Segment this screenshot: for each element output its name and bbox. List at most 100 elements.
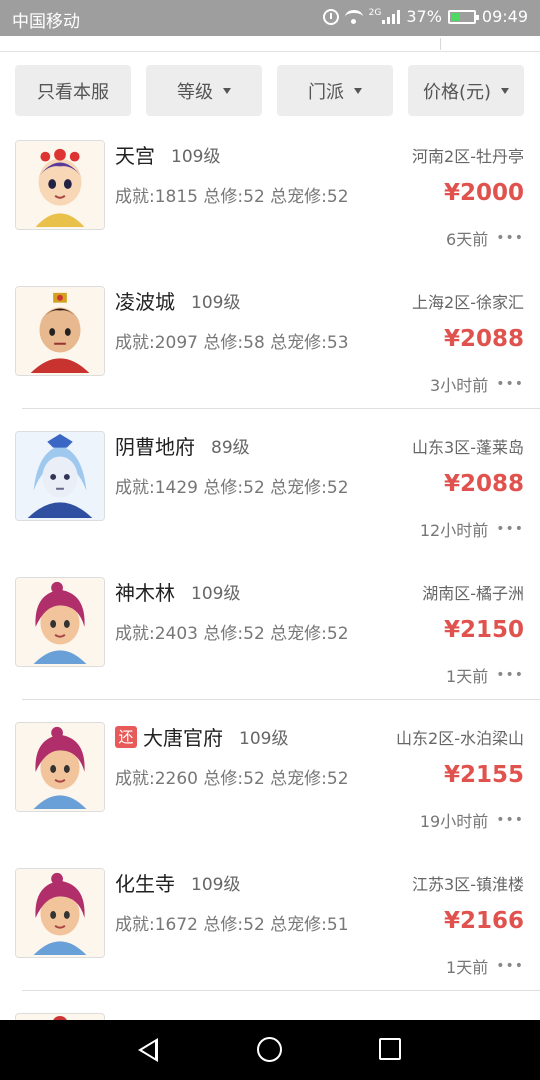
time-label: 6天前 bbox=[446, 230, 489, 249]
filter-price-button[interactable]: 价格(元) bbox=[408, 65, 524, 116]
school-name: 阴曹地府 bbox=[115, 435, 195, 459]
more-icon[interactable]: ••• bbox=[496, 812, 524, 828]
system-nav-bar bbox=[0, 1020, 540, 1080]
status-bar: 中国移动 2G 37% 09:49 bbox=[0, 0, 540, 36]
list-item[interactable]: 还 大唐官府 109级 山东2区-水泊梁山 成就:2260 总修:52 总宠修:… bbox=[0, 712, 540, 857]
price-label: ¥2088 bbox=[443, 471, 524, 497]
time-row: 6天前 ••• bbox=[446, 226, 524, 250]
school-name: 大唐官府 bbox=[143, 726, 223, 750]
school-name: 凌波城 bbox=[115, 290, 175, 314]
server-label: 上海2区-徐家汇 bbox=[412, 293, 524, 312]
wifi-icon bbox=[344, 9, 363, 24]
filter-label: 价格(元) bbox=[422, 81, 492, 103]
character-avatar bbox=[15, 577, 105, 667]
school-name: 天宫 bbox=[115, 144, 155, 168]
server-label: 河南2区-牡丹亭 bbox=[412, 147, 524, 166]
character-avatar bbox=[15, 722, 105, 812]
character-avatar bbox=[15, 1013, 105, 1020]
recent-apps-icon[interactable] bbox=[379, 1038, 401, 1060]
list-item[interactable]: 神木林 109级 湖南区-橘子洲 成就:2403 总修:52 总宠修:52 ¥2… bbox=[0, 567, 540, 712]
status-icons: 2G 37% 09:49 bbox=[322, 7, 528, 26]
name-row: 凌波城 109级 bbox=[115, 286, 240, 315]
caret-down-icon bbox=[354, 87, 362, 94]
scroll-marker bbox=[440, 38, 441, 50]
server-label: 山东3区-蓬莱岛 bbox=[412, 438, 524, 457]
return-badge: 还 bbox=[115, 725, 137, 748]
name-row: 神木林 109级 bbox=[115, 577, 240, 606]
divider bbox=[22, 990, 540, 991]
stats-label: 成就:1672 总修:52 总宠修:51 bbox=[115, 915, 349, 935]
level-label: 89级 bbox=[211, 438, 250, 458]
time-label: 1天前 bbox=[446, 667, 489, 686]
more-icon[interactable]: ••• bbox=[496, 958, 524, 974]
list-item[interactable]: 天宫 109级 河南2区-牡丹亭 成就:1815 总修:52 总宠修:52 ¥2… bbox=[0, 130, 540, 275]
character-avatar bbox=[15, 286, 105, 376]
list-item-partial[interactable] bbox=[0, 1003, 540, 1020]
list-item[interactable]: 凌波城 109级 上海2区-徐家汇 成就:2097 总修:58 总宠修:53 ¥… bbox=[0, 276, 540, 421]
divider bbox=[22, 408, 540, 409]
level-label: 109级 bbox=[171, 147, 221, 167]
time-label: 1天前 bbox=[446, 958, 489, 977]
price-label: ¥2088 bbox=[443, 326, 524, 352]
filter-school-button[interactable]: 门派 bbox=[277, 65, 393, 116]
carrier-label: 中国移动 bbox=[12, 12, 80, 32]
network-gen-label: 2G bbox=[368, 7, 382, 18]
filter-label: 只看本服 bbox=[37, 81, 109, 103]
time-row: 12小时前 ••• bbox=[420, 517, 524, 541]
home-icon[interactable] bbox=[257, 1037, 282, 1062]
price-label: ¥2166 bbox=[443, 908, 524, 934]
name-row: 阴曹地府 89级 bbox=[115, 431, 250, 460]
time-label: 12小时前 bbox=[419, 521, 489, 540]
filter-bar: 只看本服 等级 门派 价格(元) bbox=[0, 52, 540, 130]
stats-label: 成就:2260 总修:52 总宠修:52 bbox=[115, 769, 349, 789]
price-label: ¥2155 bbox=[443, 762, 524, 788]
name-row: 天宫 109级 bbox=[115, 140, 220, 169]
stats-label: 成就:2403 总修:52 总宠修:52 bbox=[115, 624, 349, 644]
price-label: ¥2000 bbox=[443, 180, 524, 206]
more-icon[interactable]: ••• bbox=[496, 521, 524, 537]
level-label: 109级 bbox=[239, 729, 289, 749]
more-icon[interactable]: ••• bbox=[496, 230, 524, 246]
server-label: 江苏3区-镇淮楼 bbox=[412, 875, 524, 894]
name-row: 化生寺 109级 bbox=[115, 868, 240, 897]
time-label: 19小时前 bbox=[419, 812, 489, 831]
more-icon[interactable]: ••• bbox=[496, 376, 524, 392]
caret-down-icon bbox=[501, 87, 510, 94]
more-icon[interactable]: ••• bbox=[496, 667, 524, 683]
filter-label: 门派 bbox=[308, 81, 344, 103]
filter-level-button[interactable]: 等级 bbox=[146, 65, 262, 116]
caret-down-icon bbox=[223, 87, 231, 94]
time-row: 1天前 ••• bbox=[446, 954, 524, 978]
back-icon[interactable] bbox=[138, 1038, 158, 1062]
school-name: 化生寺 bbox=[115, 872, 175, 896]
character-avatar bbox=[15, 431, 105, 521]
divider bbox=[22, 699, 540, 700]
battery-icon bbox=[447, 9, 479, 24]
time-row: 19小时前 ••• bbox=[420, 808, 524, 832]
level-label: 109级 bbox=[191, 584, 241, 604]
server-label: 湖南区-橘子洲 bbox=[422, 584, 524, 603]
stats-label: 成就:1429 总修:52 总宠修:52 bbox=[115, 478, 349, 498]
battery-percent: 37% bbox=[406, 7, 442, 26]
level-label: 109级 bbox=[191, 293, 241, 313]
list-item[interactable]: 阴曹地府 89级 山东3区-蓬莱岛 成就:1429 总修:52 总宠修:52 ¥… bbox=[0, 421, 540, 566]
server-label: 山东2区-水泊梁山 bbox=[396, 729, 524, 748]
character-avatar bbox=[15, 140, 105, 230]
stats-label: 成就:1815 总修:52 总宠修:52 bbox=[115, 187, 349, 207]
top-strip bbox=[0, 36, 540, 52]
school-name: 神木林 bbox=[115, 581, 175, 605]
filter-label: 等级 bbox=[177, 81, 213, 103]
list-item[interactable]: 化生寺 109级 江苏3区-镇淮楼 成就:1672 总修:52 总宠修:51 ¥… bbox=[0, 858, 540, 1003]
filter-same-server-button[interactable]: 只看本服 bbox=[15, 65, 131, 116]
clock: 09:49 bbox=[481, 7, 528, 26]
time-row: 3小时前 ••• bbox=[430, 372, 524, 396]
time-label: 3小时前 bbox=[430, 376, 489, 395]
alarm-icon bbox=[322, 8, 339, 25]
price-label: ¥2150 bbox=[443, 617, 524, 643]
character-avatar bbox=[15, 868, 105, 958]
name-row: 还 大唐官府 109级 bbox=[115, 722, 288, 751]
time-row: 1天前 ••• bbox=[446, 663, 524, 687]
stats-label: 成就:2097 总修:58 总宠修:53 bbox=[115, 333, 349, 353]
level-label: 109级 bbox=[191, 875, 241, 895]
signal-icon bbox=[382, 9, 401, 24]
